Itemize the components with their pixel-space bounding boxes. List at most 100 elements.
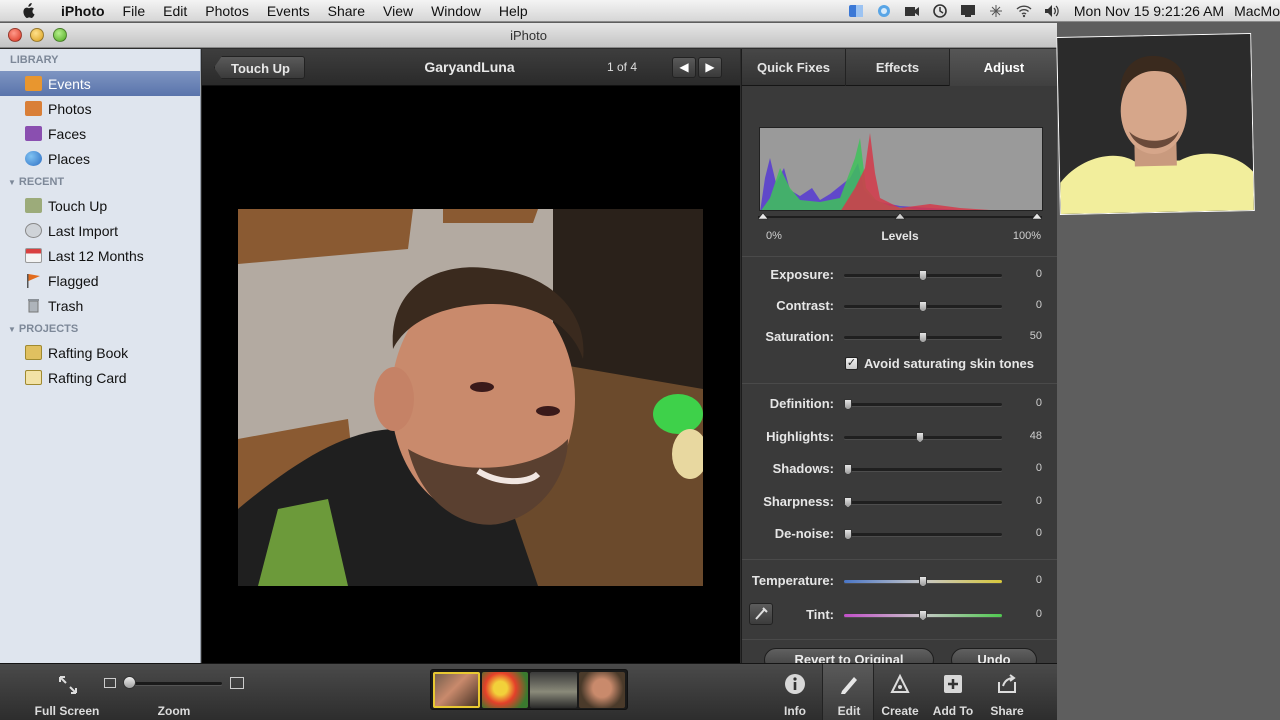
sidebar-item-faces[interactable]: Faces (0, 121, 200, 146)
sync-icon[interactable] (876, 4, 892, 18)
sidebar-item-last-import[interactable]: Last Import (0, 218, 200, 243)
tab-adjust[interactable]: Adjust (950, 49, 1057, 86)
sidebar-item-rafting-card[interactable]: Rafting Card (0, 365, 200, 390)
sidebar-item-photos[interactable]: Photos (0, 96, 200, 121)
menu-edit[interactable]: Edit (154, 0, 196, 22)
filmstrip-thumbnail[interactable] (578, 672, 625, 708)
bluetooth-icon[interactable] (988, 4, 1004, 18)
filmstrip-thumbnail[interactable] (433, 672, 480, 708)
sidebar-item-trash[interactable]: Trash (0, 293, 200, 318)
full-screen-label: Full Screen (34, 704, 100, 718)
definition-slider-track[interactable] (844, 403, 1002, 406)
edit-icon (841, 677, 857, 694)
saturation-value: 50 (1029, 330, 1042, 342)
highlights-label: Highlights: (766, 428, 834, 444)
back-to-touch-up-button[interactable]: Touch Up (214, 56, 305, 79)
panel-divider (742, 383, 1057, 384)
wifi-icon[interactable] (1016, 4, 1032, 18)
edit-button[interactable]: Edit (822, 664, 874, 720)
zoom-in-icon[interactable] (230, 677, 244, 689)
avoid-skin-tones-checkbox-row[interactable]: ✓ Avoid saturating skin tones (845, 356, 1034, 371)
sidebar-item-rafting-book[interactable]: Rafting Book (0, 340, 200, 365)
contrast-slider-knob[interactable] (919, 301, 927, 312)
menu-app-iphoto[interactable]: iPhoto (52, 0, 114, 22)
menu-host-name[interactable]: MacMo (1234, 3, 1280, 19)
avoid-skin-tones-checkbox[interactable]: ✓ (845, 357, 858, 370)
recent-header-label: RECENT (18, 176, 65, 188)
temperature-slider-row: Temperature: 0 (742, 571, 1057, 591)
eyedropper-button[interactable] (749, 603, 773, 625)
menu-share[interactable]: Share (319, 0, 374, 22)
create-button[interactable]: Create (874, 664, 926, 720)
next-photo-button[interactable]: ▶ (698, 57, 722, 78)
menu-clock[interactable]: Mon Nov 15 9:21:26 AM (1074, 3, 1224, 19)
definition-slider-knob[interactable] (844, 399, 852, 410)
tab-effects[interactable]: Effects (846, 49, 950, 86)
sidebar-item-touch-up[interactable]: Touch Up (0, 193, 200, 218)
exposure-slider-knob[interactable] (919, 270, 927, 281)
sidebar-item-flagged[interactable]: Flagged (0, 268, 200, 293)
window-titlebar[interactable]: iPhoto (0, 23, 1057, 48)
sharpness-value: 0 (1035, 494, 1042, 507)
full-screen-icon[interactable] (57, 674, 79, 696)
tint-slider-knob[interactable] (919, 609, 927, 621)
temperature-slider-knob[interactable] (919, 576, 927, 587)
sidebar-item-label: Flagged (48, 272, 99, 289)
finder-icon[interactable] (848, 4, 864, 18)
de-noise-slider-track[interactable] (844, 533, 1002, 536)
highlights-slider-knob[interactable] (916, 431, 924, 443)
menu-events[interactable]: Events (258, 0, 319, 22)
sharpness-slider-knob[interactable] (844, 496, 852, 508)
recent-header[interactable]: ▼ RECENT (0, 171, 200, 193)
source-list-sidebar: LIBRARY Events Photos Faces Places ▼ RECE… (0, 49, 201, 663)
highlights-slider-row: Highlights: 48 (742, 427, 1057, 447)
menu-window[interactable]: Window (422, 0, 490, 22)
display-icon[interactable] (960, 4, 976, 18)
definition-value: 0 (1035, 397, 1042, 409)
share-button[interactable]: Share (981, 664, 1033, 720)
sidebar-item-label: Trash (48, 297, 84, 314)
sidebar-item-last-12-months[interactable]: Last 12 Months (0, 243, 200, 268)
disclosure-triangle-icon[interactable]: ▼ (8, 325, 16, 334)
camera-icon[interactable] (904, 4, 920, 18)
sidebar-item-events[interactable]: Events (0, 71, 200, 96)
de-noise-slider-knob[interactable] (844, 529, 852, 540)
zoom-out-icon[interactable] (104, 678, 116, 688)
shadows-slider-knob[interactable] (844, 464, 852, 475)
de-noise-slider-row: De-noise: 0 (742, 524, 1057, 544)
info-icon (785, 674, 805, 694)
levels-range-track[interactable] (758, 212, 1042, 222)
presenter-video-image (1057, 33, 1255, 216)
previous-photo-button[interactable]: ◀ (672, 57, 696, 78)
sidebar-item-label: Last 12 Months (48, 247, 144, 264)
edit-label: Edit (837, 704, 861, 718)
menu-file[interactable]: File (114, 0, 155, 22)
volume-icon[interactable] (1044, 4, 1060, 18)
info-button[interactable]: Info (769, 664, 821, 720)
apple-menu-icon[interactable] (18, 2, 38, 19)
zoom-slider-track[interactable] (124, 682, 222, 685)
filmstrip-thumbnail[interactable] (530, 672, 577, 708)
sharpness-label: Sharpness: (763, 493, 834, 509)
photos-icon (25, 101, 42, 116)
time-machine-icon[interactable] (932, 4, 948, 18)
menu-photos[interactable]: Photos (196, 0, 258, 22)
projects-header[interactable]: ▼ PROJECTS (0, 318, 200, 340)
definition-label: Definition: (769, 396, 834, 411)
menu-help[interactable]: Help (490, 0, 537, 22)
iphoto-window: iPhoto LIBRARY Events Photos Faces Place… (0, 23, 1057, 720)
zoom-slider-knob[interactable] (123, 676, 136, 689)
saturation-slider-knob[interactable] (919, 332, 927, 343)
disclosure-triangle-icon[interactable]: ▼ (8, 178, 16, 187)
menu-view[interactable]: View (374, 0, 422, 22)
window-title: iPhoto (510, 28, 547, 43)
tab-quick-fixes[interactable]: Quick Fixes (742, 49, 846, 86)
shadows-slider-track[interactable] (844, 468, 1002, 471)
add-to-button[interactable]: Add To (927, 664, 979, 720)
sharpness-slider-track[interactable] (844, 500, 1002, 504)
sidebar-item-places[interactable]: Places (0, 146, 200, 171)
filmstrip-thumbnail[interactable] (481, 672, 528, 708)
edited-photo[interactable] (238, 209, 703, 586)
de-noise-label: De-noise: (774, 526, 834, 541)
contrast-label: Contrast: (776, 298, 834, 313)
